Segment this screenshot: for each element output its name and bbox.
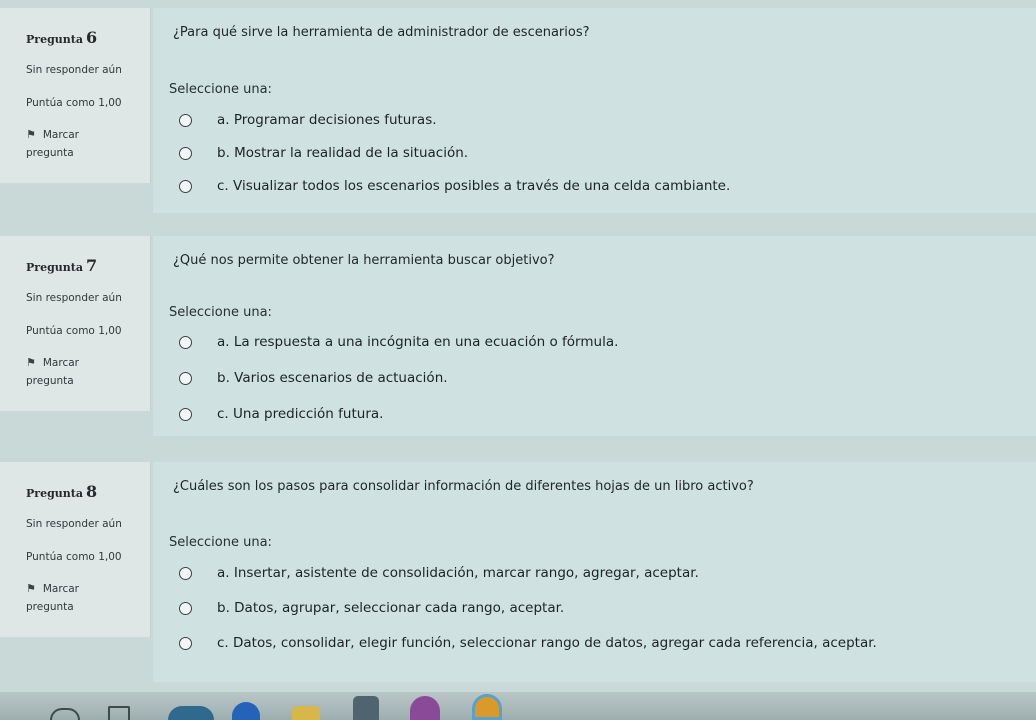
chrome-icon[interactable] <box>472 694 502 720</box>
question-text: ¿Qué nos permite obtener la herramienta … <box>173 253 555 268</box>
question-label: Pregunta <box>26 261 83 274</box>
radio-button[interactable] <box>179 636 192 650</box>
flag-label-line2: pregunta <box>26 147 74 159</box>
radio-button[interactable] <box>179 371 192 385</box>
answer-option-a[interactable]: a. Programar decisiones futuras. <box>179 109 437 131</box>
flag-question-button[interactable]: ⚑ Marcar pregunta <box>26 582 79 613</box>
answer-prompt: Seleccione una: <box>169 305 272 320</box>
question-content: ¿Para qué sirve la herramienta de admini… <box>153 8 1036 213</box>
flag-icon: ⚑ <box>26 128 36 141</box>
file-explorer-icon[interactable] <box>232 702 260 720</box>
flag-label: Marcar <box>42 357 79 369</box>
question-status: Sin responder aún <box>26 518 122 530</box>
flag-label-line2: pregunta <box>26 375 74 387</box>
question-info-panel: Pregunta 6 Sin responder aún Puntúa como … <box>0 8 151 183</box>
app-icon[interactable] <box>410 696 440 720</box>
radio-button[interactable] <box>179 113 192 127</box>
question-points: Puntúa como 1,00 <box>26 325 122 337</box>
flag-icon: ⚑ <box>26 356 36 369</box>
edge-browser-icon[interactable] <box>168 706 214 720</box>
option-label: c. Visualizar todos los escenarios posib… <box>217 178 731 194</box>
answer-prompt: Seleccione una: <box>169 82 272 97</box>
flag-question-button[interactable]: ⚑ Marcar pregunta <box>26 128 79 159</box>
task-view-icon[interactable] <box>108 706 130 720</box>
question-title: Pregunta 8 <box>26 482 97 501</box>
option-label: b. Varios escenarios de actuación. <box>217 370 448 386</box>
flag-question-button[interactable]: ⚑ Marcar pregunta <box>26 356 79 387</box>
answer-option-b[interactable]: b. Datos, agrupar, seleccionar cada rang… <box>179 597 564 619</box>
option-label: b. Datos, agrupar, seleccionar cada rang… <box>217 600 565 616</box>
flag-label: Marcar <box>42 583 79 595</box>
question-status: Sin responder aún <box>26 292 122 304</box>
question-number: 7 <box>85 256 98 275</box>
store-icon[interactable] <box>353 696 379 720</box>
radio-button[interactable] <box>179 407 192 421</box>
question-status: Sin responder aún <box>26 64 122 76</box>
answer-option-a[interactable]: a. La respuesta a una incógnita en una e… <box>179 331 618 353</box>
question-title: Pregunta 7 <box>26 256 97 275</box>
question-text: ¿Cuáles son los pasos para consolidar in… <box>173 479 754 494</box>
question-info-panel: Pregunta 7 Sin responder aún Puntúa como … <box>0 236 151 411</box>
answer-option-b[interactable]: b. Mostrar la realidad de la situación. <box>179 142 468 164</box>
flag-label: Marcar <box>42 129 79 141</box>
question-text: ¿Para qué sirve la herramienta de admini… <box>173 25 590 40</box>
option-label: c. Datos, consolidar, elegir función, se… <box>217 635 877 651</box>
answer-option-c[interactable]: c. Una predicción futura. <box>179 403 383 425</box>
flag-label-line2: pregunta <box>26 601 74 613</box>
answer-option-a[interactable]: a. Insertar, asistente de consolidación,… <box>179 562 699 584</box>
taskbar <box>0 692 1036 720</box>
question-label: Pregunta <box>26 33 83 46</box>
flag-icon: ⚑ <box>26 582 36 595</box>
question-info-panel: Pregunta 8 Sin responder aún Puntúa como … <box>0 462 151 637</box>
question-content: ¿Cuáles son los pasos para consolidar in… <box>153 462 1036 682</box>
radio-button[interactable] <box>179 566 192 580</box>
search-icon[interactable] <box>50 708 80 720</box>
radio-button[interactable] <box>179 179 192 193</box>
option-label: a. Insertar, asistente de consolidación,… <box>217 565 699 581</box>
radio-button[interactable] <box>179 146 192 160</box>
answer-option-c[interactable]: c. Datos, consolidar, elegir función, se… <box>179 632 877 654</box>
question-content: ¿Qué nos permite obtener la herramienta … <box>153 236 1036 436</box>
question-label: Pregunta <box>26 487 83 500</box>
answer-option-b[interactable]: b. Varios escenarios de actuación. <box>179 367 448 389</box>
radio-button[interactable] <box>179 335 192 349</box>
option-label: c. Una predicción futura. <box>217 406 384 422</box>
question-title: Pregunta 6 <box>26 28 97 47</box>
question-points: Puntúa como 1,00 <box>26 551 122 563</box>
answer-prompt: Seleccione una: <box>169 535 272 550</box>
question-number: 8 <box>85 482 98 501</box>
option-label: a. Programar decisiones futuras. <box>217 112 437 128</box>
option-label: b. Mostrar la realidad de la situación. <box>217 145 469 161</box>
question-points: Puntúa como 1,00 <box>26 97 122 109</box>
question-number: 6 <box>85 28 98 47</box>
option-label: a. La respuesta a una incógnita en una e… <box>217 334 619 350</box>
folder-icon[interactable] <box>292 706 320 720</box>
answer-option-c[interactable]: c. Visualizar todos los escenarios posib… <box>179 175 730 197</box>
radio-button[interactable] <box>179 601 192 615</box>
